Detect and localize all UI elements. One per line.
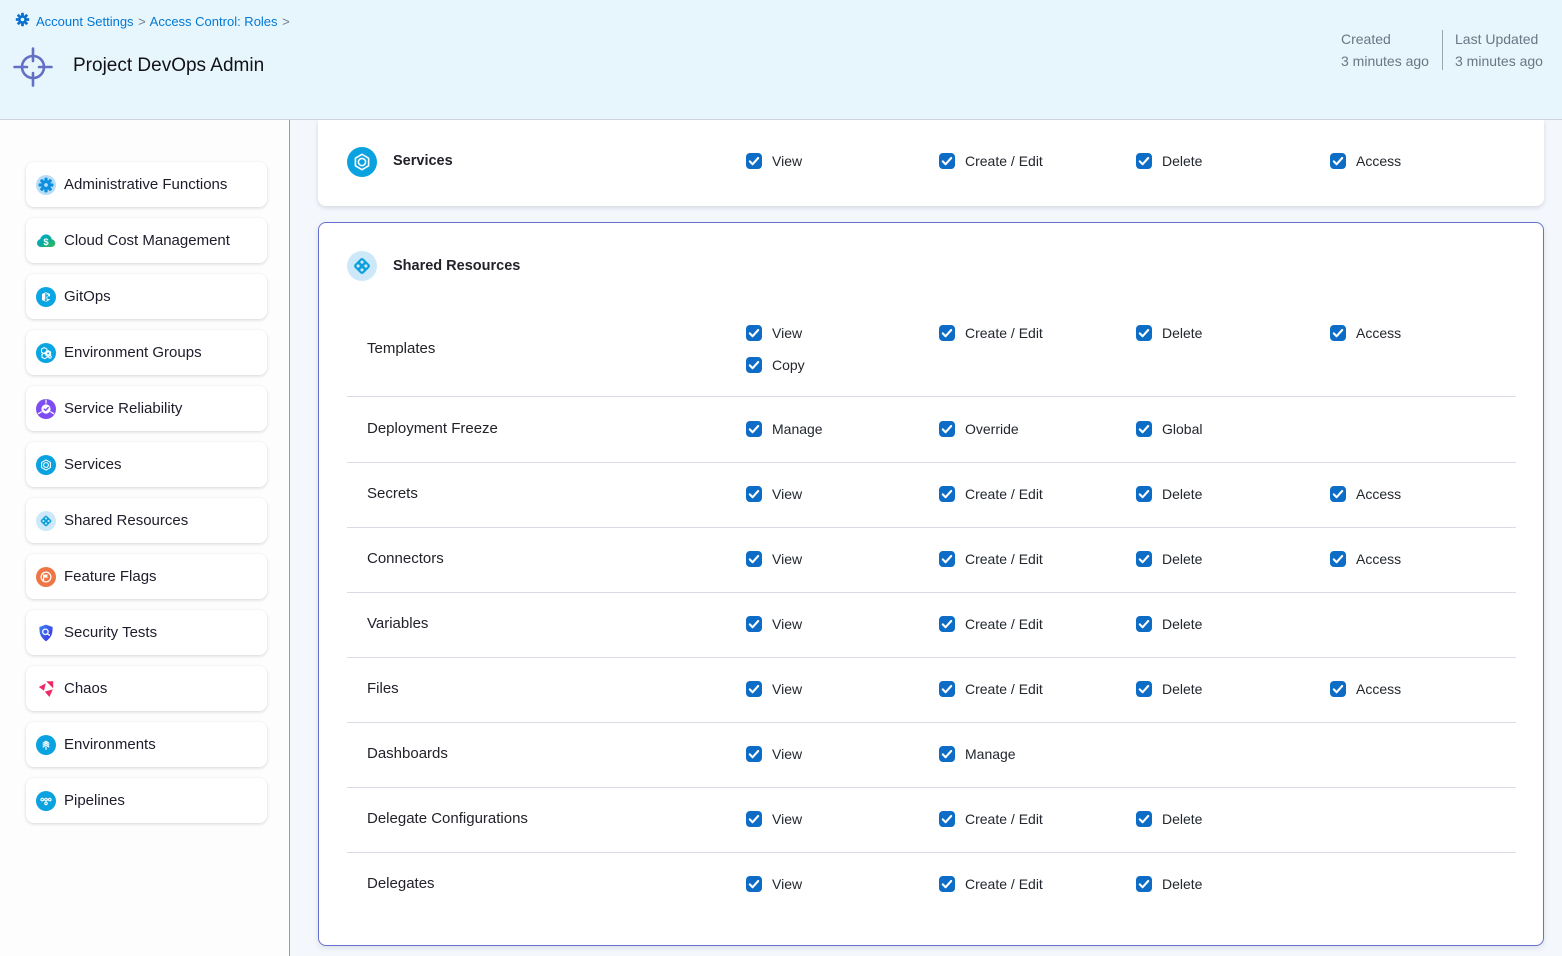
svg-text:$: $ [43, 237, 49, 248]
